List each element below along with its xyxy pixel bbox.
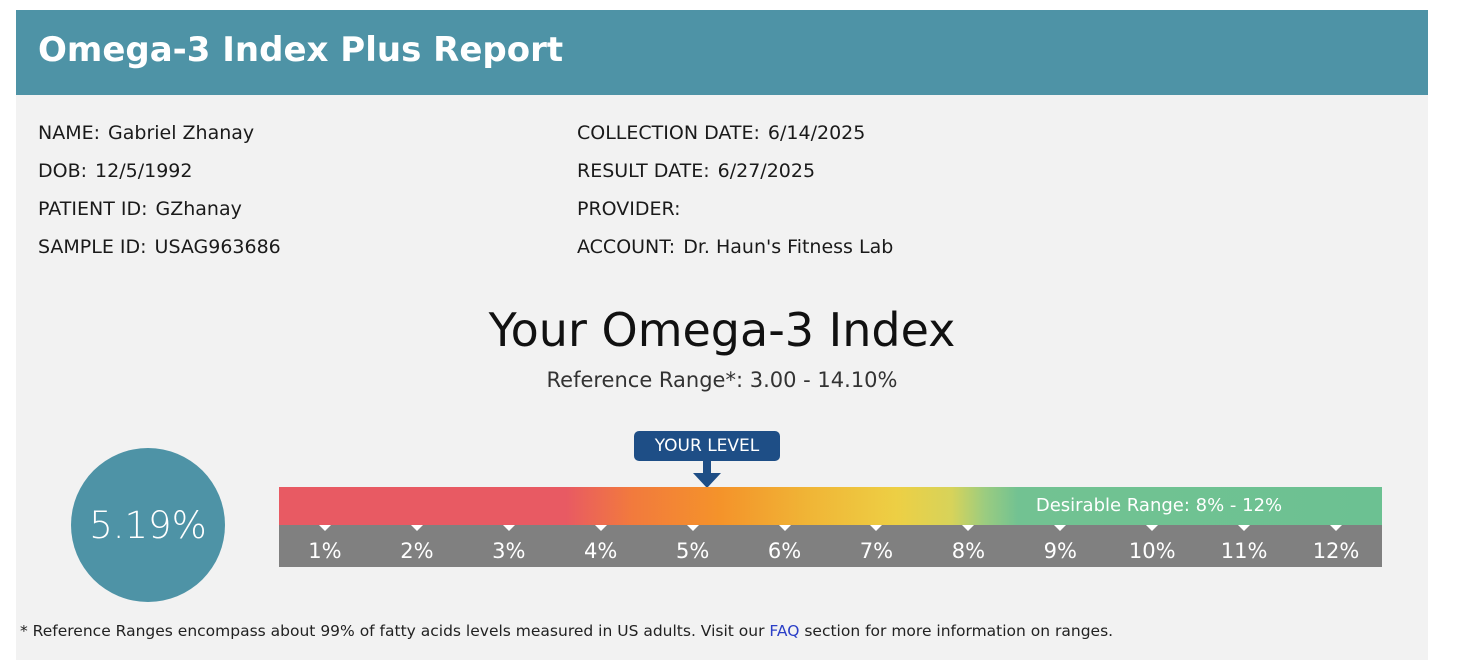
scale-tick-label: 10% — [1128, 539, 1176, 563]
scale-tick-marker — [318, 525, 331, 531]
scale-tick-marker — [962, 525, 975, 531]
scale-tick-label: 5% — [675, 539, 710, 563]
collection-date-value: 6/14/2025 — [767, 122, 866, 144]
scale-tick-marker — [1238, 525, 1251, 531]
patient-id-label: PATIENT ID: — [38, 198, 148, 220]
account-label: ACCOUNT: — [577, 236, 676, 258]
footnote: * Reference Ranges encompass about 99% o… — [20, 622, 1113, 640]
scale-tick-marker — [870, 525, 883, 531]
name-value: Gabriel Zhanay — [108, 122, 255, 144]
account-value: Dr. Haun's Fitness Lab — [683, 236, 894, 258]
provider-row: PROVIDER: — [577, 196, 893, 234]
scale-tick-marker — [594, 525, 607, 531]
name-row: NAME: Gabriel Zhanay — [38, 120, 281, 158]
scale-tick-marker — [410, 525, 423, 531]
scale-tick-label: 3% — [492, 539, 526, 563]
index-heading: Your Omega-3 Index — [488, 303, 956, 357]
footnote-text: * Reference Ranges encompass about 99% o… — [20, 622, 770, 640]
your-level-badge: YOUR LEVEL — [634, 431, 780, 461]
scale-tick-marker — [1146, 525, 1159, 531]
dob-row: DOB: 12/5/1992 — [38, 158, 281, 196]
scale-tick-label: 4% — [584, 539, 618, 563]
patient-id-row: PATIENT ID: GZhanay — [38, 196, 281, 234]
sample-id-row: SAMPLE ID: USAG963686 — [38, 234, 281, 272]
collection-info: COLLECTION DATE: 6/14/2025 RESULT DATE: 6/… — [577, 120, 893, 272]
name-label: NAME: — [38, 122, 101, 144]
dob-value: 12/5/1992 — [95, 160, 193, 182]
index-value: 5.19% — [89, 503, 207, 547]
index-value-circle: 5.19% — [71, 448, 225, 602]
account-row: ACCOUNT: Dr. Haun's Fitness Lab — [577, 234, 893, 272]
report-header: Omega-3 Index Plus Report — [16, 10, 1428, 95]
scale-tick-marker — [778, 525, 791, 531]
reference-range: Reference Range*: 3.00 - 14.10% — [546, 368, 898, 392]
sample-id-label: SAMPLE ID: — [38, 236, 147, 258]
dob-label: DOB: — [38, 160, 88, 182]
scale-tick-marker — [1054, 525, 1067, 531]
scale-tick-label: 6% — [767, 539, 802, 563]
report-title: Omega-3 Index Plus Report — [38, 30, 564, 70]
provider-label: PROVIDER: — [577, 198, 681, 220]
scale-tick-label: 1% — [308, 539, 342, 563]
patient-id-value: GZhanay — [155, 198, 242, 220]
scale-tick-label: 7% — [859, 539, 894, 563]
scale-tick-label: 8% — [951, 539, 986, 563]
faq-link[interactable]: FAQ — [769, 622, 799, 640]
collection-date-row: COLLECTION DATE: 6/14/2025 — [577, 120, 893, 158]
scale-tick-marker — [686, 525, 699, 531]
scale-tick-marker — [1330, 525, 1343, 531]
desirable-range-label: Desirable Range: 8% - 12% — [1035, 495, 1283, 516]
result-date-label: RESULT DATE: — [577, 160, 710, 182]
footnote-text-end: section for more information on ranges. — [799, 622, 1114, 640]
result-date-row: RESULT DATE: 6/27/2025 — [577, 158, 893, 196]
index-scale: Desirable Range: 8% - 12% 1% 2% 3% 4% 5% 6% 7%… — [279, 487, 1382, 567]
sample-id-value: USAG963686 — [154, 236, 281, 258]
scale-tick-label: 12% — [1312, 539, 1360, 563]
report-card: Omega-3 Index Plus Report NAME: Gabriel Z… — [16, 10, 1428, 660]
patient-info: NAME: Gabriel Zhanay DOB: 12/5/1992 PATIEN… — [38, 120, 281, 272]
scale-tick-label: 2% — [400, 539, 434, 563]
collection-date-label: COLLECTION DATE: — [577, 122, 760, 144]
result-date-value: 6/27/2025 — [717, 160, 816, 182]
scale-tick-marker — [502, 525, 515, 531]
scale-tick-label: 11% — [1220, 539, 1268, 563]
scale-tick-label: 9% — [1043, 539, 1077, 563]
level-arrow-icon — [693, 461, 721, 488]
